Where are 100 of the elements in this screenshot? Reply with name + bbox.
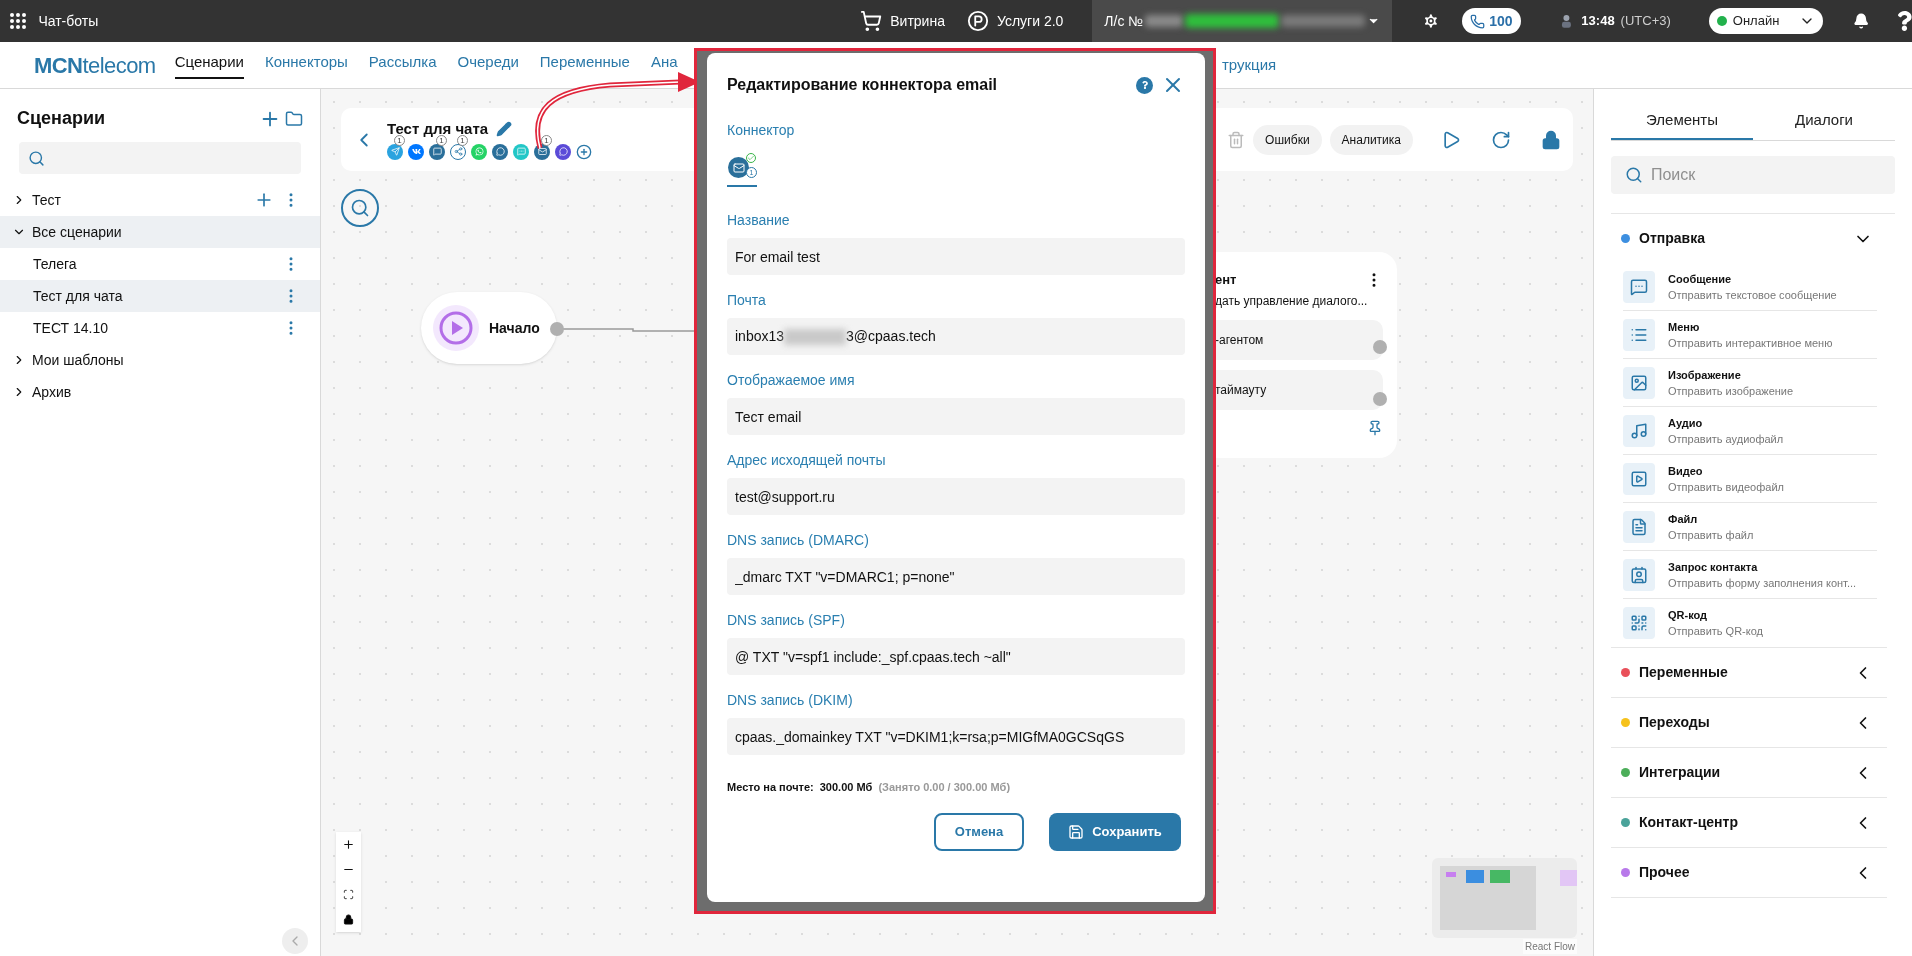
- search-icon: [350, 198, 370, 218]
- text-field[interactable]: @ TXT "v=spf1 include:_spf.cpaas.tech ~all": [727, 638, 1185, 675]
- node-port[interactable]: [550, 322, 564, 336]
- element-title: Запрос контакта: [1668, 559, 1759, 575]
- element-item[interactable]: QR-код Отправить QR-код: [1623, 599, 1887, 647]
- nav-tab[interactable]: Ана: [650, 51, 678, 79]
- search-canvas-button[interactable]: [341, 189, 379, 227]
- text-field[interactable]: cpaas._domainkey TXT "v=DKIM1;k=rsa;p=MIGfMA0GCSqGS: [727, 718, 1185, 755]
- header-action-button[interactable]: Аналитика: [1329, 124, 1413, 155]
- email-icon: [537, 147, 547, 156]
- image-icon: [1630, 373, 1648, 392]
- channel-button[interactable]: [408, 143, 424, 160]
- element-item[interactable]: Сообщение Отправить текстовое сообщение: [1623, 263, 1877, 311]
- start-node-label: Начало: [489, 318, 540, 338]
- scenario-item[interactable]: ТЕСТ 14.10: [0, 312, 320, 344]
- qr-icon: [1630, 614, 1648, 632]
- play-icon[interactable]: [1441, 129, 1461, 150]
- channel-button[interactable]: [387, 143, 403, 160]
- text-field[interactable]: For email test: [727, 238, 1185, 275]
- mailbox-address-field[interactable]: inbox13 3@cpaas.tech: [727, 318, 1185, 355]
- element-title: Файл: [1668, 511, 1699, 527]
- field-label: DNS запись (SPF): [727, 611, 846, 630]
- folder-item[interactable]: Мои шаблоны: [0, 344, 320, 376]
- pin-icon[interactable]: [1367, 419, 1383, 436]
- nav-tab[interactable]: Очереди: [457, 51, 519, 79]
- scenario-item[interactable]: Телега: [0, 248, 320, 280]
- nav-tab[interactable]: Сценарии: [174, 51, 244, 79]
- attribution-link[interactable]: React Flow: [1523, 939, 1577, 954]
- panel-tab[interactable]: Элементы: [1611, 103, 1753, 140]
- element-title: Изображение: [1668, 367, 1742, 383]
- chat2-icon: [495, 147, 505, 156]
- nav-tab[interactable]: Переменные: [539, 51, 630, 79]
- panel-tab[interactable]: Диалоги: [1753, 103, 1895, 140]
- video-icon: [1630, 469, 1648, 488]
- element-group-header[interactable]: Контакт-центр: [1611, 798, 1887, 847]
- start-node[interactable]: Начало: [421, 292, 557, 364]
- search-icon: [1625, 165, 1643, 185]
- element-description: Отправить интерактивное меню: [1668, 335, 1833, 351]
- search-field[interactable]: [19, 142, 301, 174]
- channel-count-badge: 1: [457, 134, 468, 146]
- add-channel-button[interactable]: [576, 143, 592, 160]
- text-field[interactable]: test@support.ru: [727, 478, 1185, 515]
- help-icon[interactable]: [1897, 11, 1912, 31]
- element-item[interactable]: Запрос контакта Отправить форму заполнения конт...: [1623, 551, 1877, 599]
- element-item[interactable]: Видео Отправить видеофайл: [1623, 455, 1877, 503]
- text-field[interactable]: _dmarc TXT "v=DMARC1; p=none": [727, 558, 1185, 595]
- element-group-header[interactable]: Отправка: [1611, 214, 1887, 263]
- calls-counter[interactable]: 100: [1462, 8, 1521, 34]
- element-description: Отправить видеофайл: [1668, 479, 1784, 495]
- folder-item[interactable]: Все сценарии: [0, 216, 320, 248]
- logo[interactable]: MCNtelecom: [34, 48, 156, 82]
- play-circle-icon: [439, 311, 473, 345]
- header-action-button[interactable]: Ошибки: [1253, 124, 1322, 155]
- file-icon: [1630, 517, 1648, 536]
- status-dropdown[interactable]: Онлайн: [1708, 8, 1823, 34]
- element-description: Отправить файл: [1668, 527, 1754, 543]
- search-field[interactable]: Поиск: [1611, 156, 1895, 194]
- channel-button[interactable]: [450, 143, 466, 160]
- channel-button[interactable]: [555, 143, 571, 160]
- element-title: Сообщение: [1668, 271, 1733, 287]
- viber-icon: [558, 147, 568, 156]
- channel-button[interactable]: [429, 143, 445, 160]
- element-title: Видео: [1668, 463, 1704, 479]
- nav-tab[interactable]: Рассылка: [368, 51, 437, 79]
- folder-item[interactable]: Тест: [0, 184, 320, 216]
- account-selector[interactable]: Л/с №: [1092, 0, 1393, 42]
- channel-count-badge: 1: [394, 134, 405, 146]
- cancel-button[interactable]: Отмена: [934, 812, 1024, 851]
- save-button[interactable]: Сохранить: [1049, 812, 1181, 851]
- field-label: Отображаемое имя: [727, 371, 856, 390]
- element-item[interactable]: Меню Отправить интерактивное меню: [1623, 311, 1877, 359]
- element-group-header[interactable]: Переменные: [1611, 648, 1887, 697]
- text-field[interactable]: Тест email: [727, 398, 1185, 435]
- nav-tab[interactable]: Коннекторы: [264, 51, 348, 79]
- add-icon: [576, 143, 592, 160]
- minimap[interactable]: [1432, 858, 1577, 938]
- channel-button[interactable]: [492, 143, 508, 160]
- element-group-header[interactable]: Переходы: [1611, 698, 1887, 747]
- email-icon: [732, 161, 745, 174]
- apps-grid-icon[interactable]: [9, 12, 28, 30]
- refresh-icon[interactable]: [1491, 129, 1511, 150]
- folder-icon[interactable]: [285, 109, 303, 128]
- vk-icon: [411, 147, 421, 156]
- services-link[interactable]: Услуги 2.0: [966, 10, 1064, 32]
- showcase-link[interactable]: Витрина: [860, 10, 945, 32]
- folder-item[interactable]: Архив: [0, 376, 320, 408]
- nav-tab-fragment[interactable]: трукция: [1222, 54, 1277, 77]
- element-description: Отправить форму заполнения конт...: [1668, 575, 1857, 591]
- app-title: Чат-боты: [38, 11, 99, 31]
- element-group-header[interactable]: Прочее: [1611, 848, 1887, 897]
- element-item[interactable]: Аудио Отправить аудиофайл: [1623, 407, 1877, 455]
- element-item[interactable]: Файл Отправить файл: [1623, 503, 1877, 551]
- sms-icon: [516, 147, 526, 156]
- scenario-item[interactable]: Тест для чата: [0, 280, 320, 312]
- element-group-header[interactable]: Интеграции: [1611, 748, 1887, 797]
- check-icon: [746, 153, 756, 163]
- timezone-label: (UTC+3): [1620, 12, 1671, 31]
- element-item[interactable]: Изображение Отправить изображение: [1623, 359, 1877, 407]
- edit-icon[interactable]: [496, 120, 513, 137]
- search-input[interactable]: Поиск: [1650, 163, 1881, 187]
